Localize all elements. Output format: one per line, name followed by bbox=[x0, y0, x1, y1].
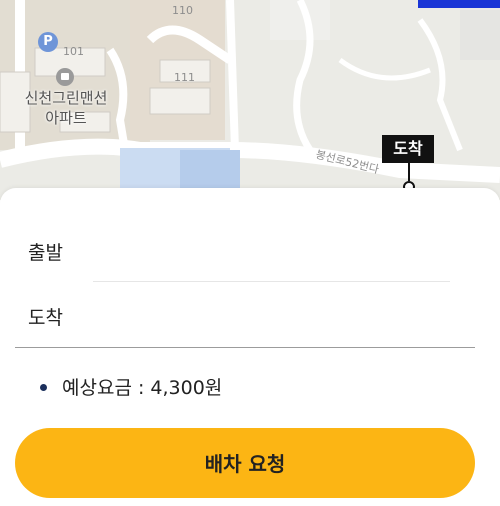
building-label-101: 101 bbox=[63, 45, 84, 58]
arrival-field[interactable]: 도착 bbox=[28, 303, 63, 330]
estimated-fare: 예상요금 : 4,300원 bbox=[62, 377, 223, 399]
route-line bbox=[418, 0, 500, 8]
section-divider bbox=[15, 347, 475, 348]
building-label-110: 110 bbox=[172, 4, 193, 17]
field-divider bbox=[93, 281, 450, 282]
building-label-111: 111 bbox=[174, 71, 195, 84]
apartment-name-line2: 아파트 bbox=[45, 109, 87, 127]
arrival-marker-stem bbox=[408, 163, 410, 181]
bullet-icon bbox=[40, 384, 47, 391]
apartment-name: 신천그린맨션 아파트 bbox=[16, 88, 116, 128]
arrival-marker-tag[interactable]: 도착 bbox=[382, 135, 434, 163]
apartment-name-line1: 신천그린맨션 bbox=[24, 89, 108, 107]
map-view[interactable]: 110 101 111 P 신천그린맨션 아파트 봉선로52번다 도착 bbox=[0, 0, 500, 200]
request-dispatch-button[interactable]: 배차 요청 bbox=[15, 428, 475, 498]
apartment-icon bbox=[56, 68, 74, 86]
departure-field[interactable]: 출발 bbox=[28, 238, 63, 265]
bottom-sheet: 출발 도착 예상요금 : 4,300원 배차 요청 bbox=[0, 188, 500, 506]
parking-icon: P bbox=[38, 32, 58, 52]
